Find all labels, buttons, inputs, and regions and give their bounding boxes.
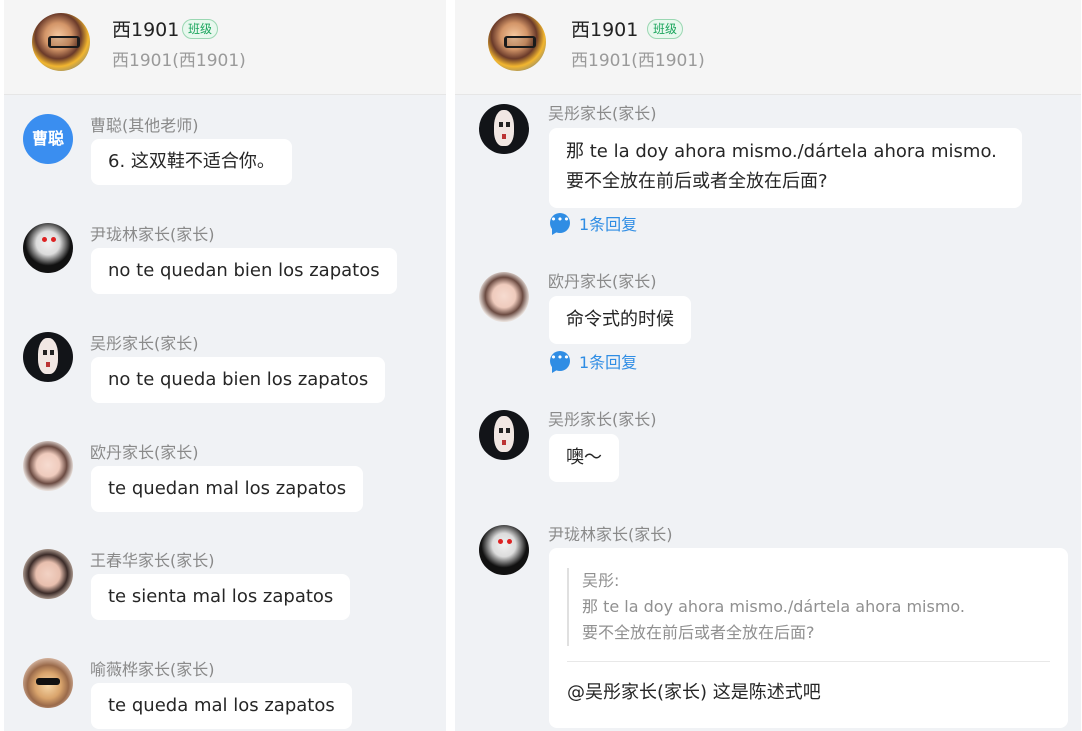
avatar[interactable]: [23, 549, 73, 599]
avatar[interactable]: [23, 332, 73, 382]
sender-name: 欧丹家长(家长): [548, 272, 657, 291]
avatar[interactable]: [479, 104, 529, 154]
sender-name: 王春华家长(家长): [90, 551, 215, 570]
avatar[interactable]: 曹聪: [23, 114, 73, 164]
quote-block: 吴彤: 那 te la doy ahora mismo./dártela aho…: [567, 568, 965, 646]
sender-name: 尹珑林家长(家长): [90, 225, 215, 244]
sender-name: 曹聪(其他老师): [90, 116, 199, 135]
sender-name: 欧丹家长(家长): [90, 443, 199, 462]
reply-count-link[interactable]: ••• 1条回复: [550, 211, 637, 235]
group-subtitle: 西1901(西1901): [571, 51, 705, 71]
group-header: 西1901 班级 西1901(西1901): [4, 0, 446, 95]
group-avatar[interactable]: [488, 13, 546, 71]
sender-name: 尹珑林家长(家长): [548, 525, 673, 544]
message-bubble[interactable]: no te queda bien los zapatos: [91, 357, 386, 403]
chat-bubble-icon: •••: [550, 351, 570, 373]
message-line: 那 te la doy ahora mismo./dártela ahora m…: [566, 141, 997, 162]
chat-panel-left: 西1901 班级 西1901(西1901) 曹聪 曹聪(其他老师) 6. 这双鞋…: [4, 0, 446, 731]
avatar[interactable]: [479, 272, 529, 322]
quote-line: 要不全放在前后或者全放在后面?: [582, 623, 815, 642]
message-bubble[interactable]: te sienta mal los zapatos: [91, 574, 351, 620]
message-bubble[interactable]: 命令式的时候: [549, 296, 691, 344]
avatar[interactable]: [23, 441, 73, 491]
sender-name: 吴彤家长(家长): [548, 104, 657, 123]
reply-count-label: 1条回复: [579, 215, 638, 234]
message-bubble[interactable]: te queda mal los zapatos: [91, 683, 352, 729]
sender-name: 吴彤家长(家长): [90, 334, 199, 353]
avatar[interactable]: [479, 525, 529, 575]
reply-text: @吴彤家长(家长) 这是陈述式吧: [567, 682, 821, 703]
group-badge: 班级: [182, 19, 219, 39]
group-avatar[interactable]: [32, 13, 90, 71]
quote-line: 那 te la doy ahora mismo./dártela ahora m…: [582, 597, 966, 616]
chat-bubble-icon: •••: [550, 213, 570, 235]
message-bubble[interactable]: 噢～: [549, 434, 619, 482]
group-name: 西1901: [571, 19, 639, 41]
avatar[interactable]: [23, 223, 73, 273]
reply-count-label: 1条回复: [579, 353, 638, 372]
avatar[interactable]: [23, 658, 73, 708]
chat-panel-right: 西1901 班级 西1901(西1901) 吴彤家长(家长) 那 te la d…: [455, 0, 1081, 731]
sender-name: 喻薇桦家长(家长): [90, 660, 215, 679]
message-bubble[interactable]: no te quedan bien los zapatos: [91, 248, 397, 294]
group-badge: 班级: [647, 19, 684, 39]
quote-author: 吴彤:: [582, 571, 620, 590]
quoted-reply-card[interactable]: 吴彤: 那 te la doy ahora mismo./dártela aho…: [549, 548, 1068, 728]
group-header: 西1901 班级 西1901(西1901): [455, 0, 1081, 95]
sender-name: 吴彤家长(家长): [548, 410, 657, 429]
divider: [567, 661, 1050, 662]
reply-count-link[interactable]: ••• 1条回复: [550, 349, 637, 373]
group-subtitle: 西1901(西1901): [112, 51, 246, 71]
message-bubble[interactable]: 6. 这双鞋不适合你。: [91, 139, 292, 185]
message-bubble[interactable]: 那 te la doy ahora mismo./dártela ahora m…: [549, 128, 1022, 208]
message-bubble[interactable]: te quedan mal los zapatos: [91, 466, 364, 512]
group-name: 西1901: [112, 19, 180, 41]
message-line: 要不全放在前后或者全放在后面?: [566, 171, 828, 192]
avatar[interactable]: [479, 410, 529, 460]
